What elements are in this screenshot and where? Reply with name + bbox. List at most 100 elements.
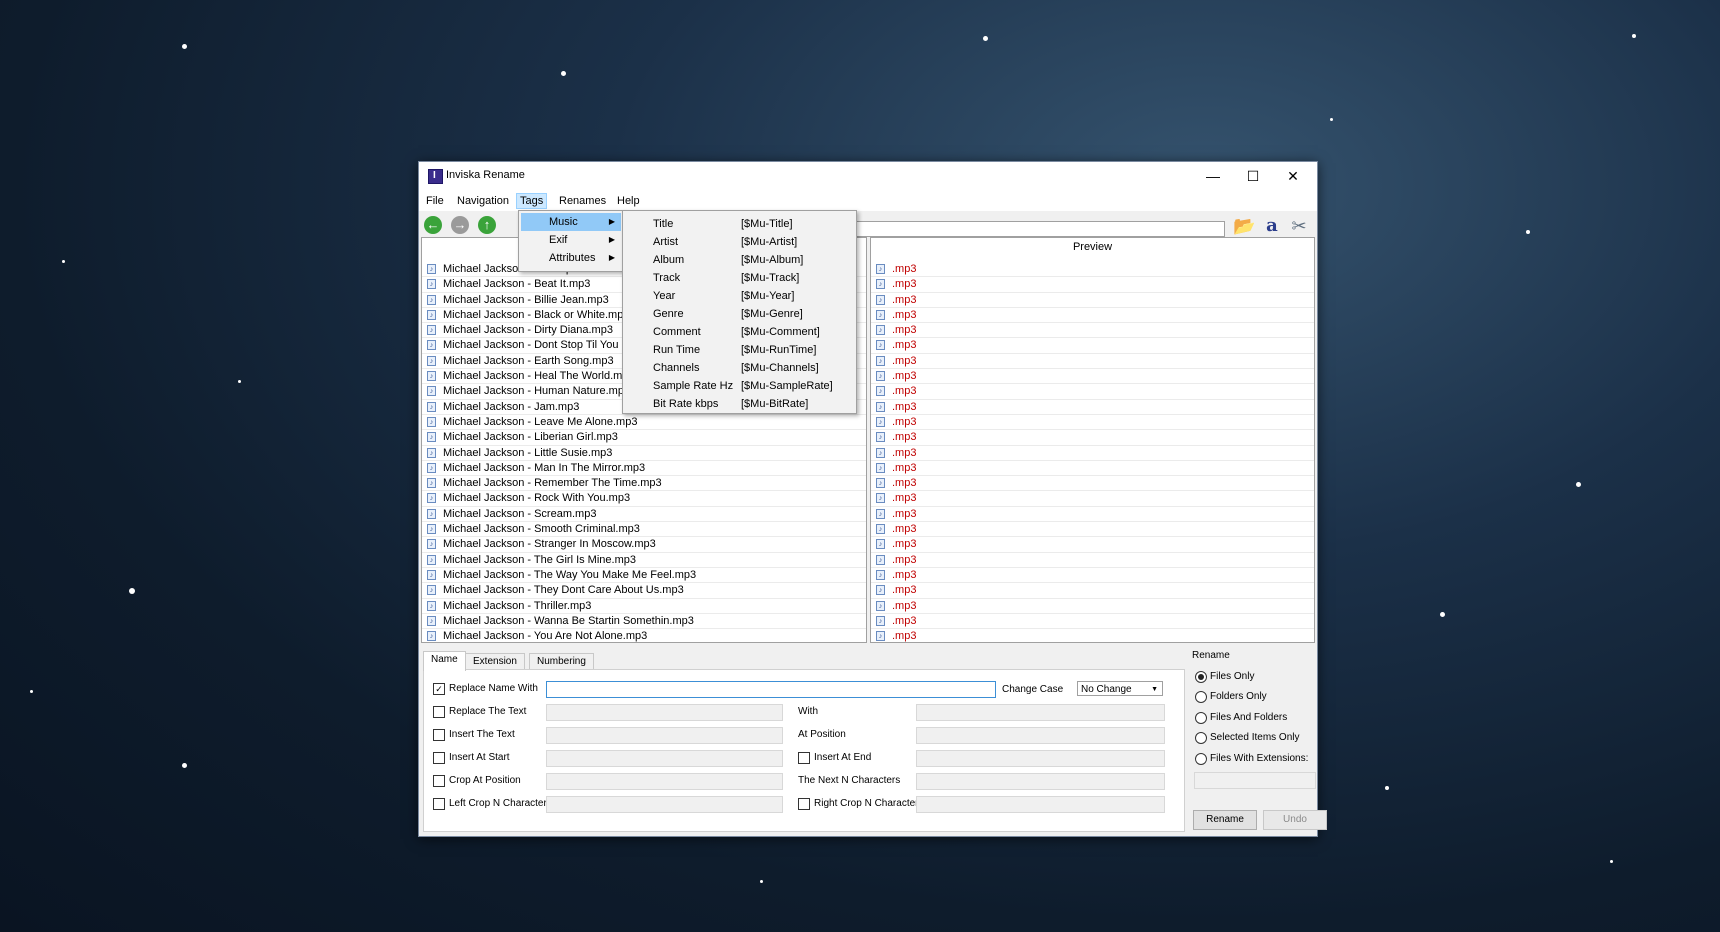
folders-only-radio[interactable] xyxy=(1195,691,1207,703)
rename-button[interactable]: Rename xyxy=(1193,810,1257,830)
file-row[interactable]: ♪ Michael Jackson - Leave Me Alone.mp3 xyxy=(422,415,866,431)
preview-row[interactable]: ♪ .mp3 xyxy=(871,323,1314,339)
file-row[interactable]: ♪ Michael Jackson - Liberian Girl.mp3 xyxy=(422,430,866,446)
insert-at-end-input[interactable] xyxy=(916,750,1165,767)
preview-row[interactable]: ♪ .mp3 xyxy=(871,537,1314,553)
preview-row[interactable]: ♪ .mp3 xyxy=(871,491,1314,507)
submenu-item[interactable]: Album [$Mu-Album] xyxy=(625,251,854,269)
menu-item-attributes[interactable]: Attributes ▶ xyxy=(521,249,621,267)
maximize-button[interactable]: ☐ xyxy=(1233,162,1273,191)
file-row[interactable]: ♪ Michael Jackson - Remember The Time.mp3 xyxy=(422,476,866,492)
preview-row[interactable]: ♪ .mp3 xyxy=(871,476,1314,492)
tab-name[interactable]: Name xyxy=(423,651,466,671)
replace-text-input[interactable] xyxy=(546,704,783,721)
close-button[interactable]: ✕ xyxy=(1273,162,1313,191)
preview-row[interactable]: ♪ .mp3 xyxy=(871,568,1314,584)
files-and-folders-radio[interactable] xyxy=(1195,712,1207,724)
file-row[interactable]: ♪ Michael Jackson - Rock With You.mp3 xyxy=(422,491,866,507)
file-row[interactable]: ♪ Michael Jackson - Little Susie.mp3 xyxy=(422,446,866,461)
extensions-input[interactable] xyxy=(1194,772,1316,789)
menu-navigation[interactable]: Navigation xyxy=(454,194,512,208)
tab-numbering[interactable]: Numbering xyxy=(529,653,594,670)
preview-row[interactable]: ♪ .mp3 xyxy=(871,446,1314,461)
file-row[interactable]: ♪ Michael Jackson - You Are Not Alone.mp3 xyxy=(422,629,866,642)
menu-item-exif[interactable]: Exif ▶ xyxy=(521,231,621,249)
insert-text-input[interactable] xyxy=(546,727,783,744)
menu-item-music[interactable]: Music ▶ xyxy=(521,213,621,231)
submenu-item[interactable]: Year [$Mu-Year] xyxy=(625,287,854,305)
preview-row[interactable]: ♪ .mp3 xyxy=(871,522,1314,538)
replace-name-input[interactable] xyxy=(546,681,996,698)
preview-row[interactable]: ♪ .mp3 xyxy=(871,293,1314,308)
selected-items-radio[interactable] xyxy=(1195,732,1207,744)
file-row[interactable]: ♪ Michael Jackson - They Dont Care About … xyxy=(422,583,866,599)
file-row[interactable]: ♪ Michael Jackson - Scream.mp3 xyxy=(422,507,866,523)
preview-row[interactable]: ♪ .mp3 xyxy=(871,583,1314,599)
file-row[interactable]: ♪ Michael Jackson - Wanna Be Startin Some… xyxy=(422,614,866,630)
submenu-item[interactable]: Comment [$Mu-Comment] xyxy=(625,323,854,341)
preview-row[interactable]: ♪ .mp3 xyxy=(871,599,1314,614)
files-only-radio[interactable] xyxy=(1195,671,1207,683)
preview-row[interactable]: ♪ .mp3 xyxy=(871,629,1314,642)
path-input[interactable] xyxy=(854,221,1225,237)
insert-at-end-checkbox[interactable] xyxy=(798,752,810,764)
forward-icon[interactable]: → xyxy=(451,216,469,234)
next-n-chars-input[interactable] xyxy=(916,773,1165,790)
file-row[interactable]: ♪ Michael Jackson - Stranger In Moscow.mp… xyxy=(422,537,866,553)
submenu-item[interactable]: Title [$Mu-Title] xyxy=(625,215,854,233)
preview-row[interactable]: ♪ .mp3 xyxy=(871,430,1314,446)
preview-row[interactable]: ♪ .mp3 xyxy=(871,308,1314,324)
file-row[interactable]: ♪ Michael Jackson - The Way You Make Me F… xyxy=(422,568,866,584)
submenu-item[interactable]: Track [$Mu-Track] xyxy=(625,269,854,287)
submenu-item[interactable]: Genre [$Mu-Genre] xyxy=(625,305,854,323)
preview-row[interactable]: ♪ .mp3 xyxy=(871,277,1314,293)
with-input[interactable] xyxy=(916,704,1165,721)
menu-renames[interactable]: Renames xyxy=(556,194,609,208)
preview-row[interactable]: ♪ .mp3 xyxy=(871,415,1314,431)
up-icon[interactable]: ↑ xyxy=(478,216,496,234)
folder-icon[interactable]: 📂 xyxy=(1233,215,1255,237)
preview-row[interactable]: ♪ .mp3 xyxy=(871,507,1314,523)
submenu-item[interactable]: Run Time [$Mu-RunTime] xyxy=(625,341,854,359)
preview-row[interactable]: ♪ .mp3 xyxy=(871,461,1314,477)
crop-at-position-checkbox[interactable] xyxy=(433,775,445,787)
preview-row[interactable]: ♪ .mp3 xyxy=(871,262,1314,278)
preview-row[interactable]: ♪ .mp3 xyxy=(871,553,1314,568)
left-crop-checkbox[interactable] xyxy=(433,798,445,810)
file-row[interactable]: ♪ Michael Jackson - Man In The Mirror.mp3 xyxy=(422,461,866,477)
amazon-icon[interactable]: a xyxy=(1261,215,1283,237)
replace-name-checkbox[interactable]: ✓ xyxy=(433,683,445,695)
files-with-extensions-radio[interactable] xyxy=(1195,753,1207,765)
preview-row[interactable]: ♪ .mp3 xyxy=(871,354,1314,370)
file-row[interactable]: ♪ Michael Jackson - The Girl Is Mine.mp3 xyxy=(422,553,866,568)
insert-at-start-input[interactable] xyxy=(546,750,783,767)
settings-icon[interactable]: ✂ xyxy=(1288,215,1310,237)
at-position-input[interactable] xyxy=(916,727,1165,744)
menu-help[interactable]: Help xyxy=(614,194,643,208)
preview-row[interactable]: ♪ .mp3 xyxy=(871,338,1314,354)
left-crop-input[interactable] xyxy=(546,796,783,813)
submenu-item[interactable]: Bit Rate kbps [$Mu-BitRate] xyxy=(625,395,854,413)
minimize-button[interactable]: — xyxy=(1193,162,1233,191)
menu-file[interactable]: File xyxy=(423,194,447,208)
change-case-select[interactable]: No Change ▼ xyxy=(1077,681,1163,696)
file-row[interactable]: ♪ Michael Jackson - Smooth Criminal.mp3 xyxy=(422,522,866,538)
replace-text-checkbox[interactable] xyxy=(433,706,445,718)
file-row[interactable]: ♪ Michael Jackson - Thriller.mp3 xyxy=(422,599,866,614)
preview-row[interactable]: ♪ .mp3 xyxy=(871,614,1314,630)
menu-tags[interactable]: Tags xyxy=(516,193,548,209)
preview-pane[interactable]: Preview ♪ .mp3 ♪ .mp3 ♪ .mp3 ♪ .mp3 ♪ .mp3 ♪ .mp3 ♪.… xyxy=(870,237,1315,643)
submenu-item[interactable]: Channels [$Mu-Channels] xyxy=(625,359,854,377)
undo-button[interactable]: Undo xyxy=(1263,810,1327,830)
submenu-item[interactable]: Sample Rate Hz [$Mu-SampleRate] xyxy=(625,377,854,395)
insert-at-start-checkbox[interactable] xyxy=(433,752,445,764)
preview-row[interactable]: ♪ .mp3 xyxy=(871,369,1314,385)
right-crop-input[interactable] xyxy=(916,796,1165,813)
submenu-item[interactable]: Artist [$Mu-Artist] xyxy=(625,233,854,251)
preview-row[interactable]: ♪ .mp3 xyxy=(871,384,1314,400)
tab-extension[interactable]: Extension xyxy=(465,653,525,670)
back-icon[interactable]: ← xyxy=(424,216,442,234)
right-crop-checkbox[interactable] xyxy=(798,798,810,810)
preview-row[interactable]: ♪ .mp3 xyxy=(871,400,1314,415)
insert-text-checkbox[interactable] xyxy=(433,729,445,741)
